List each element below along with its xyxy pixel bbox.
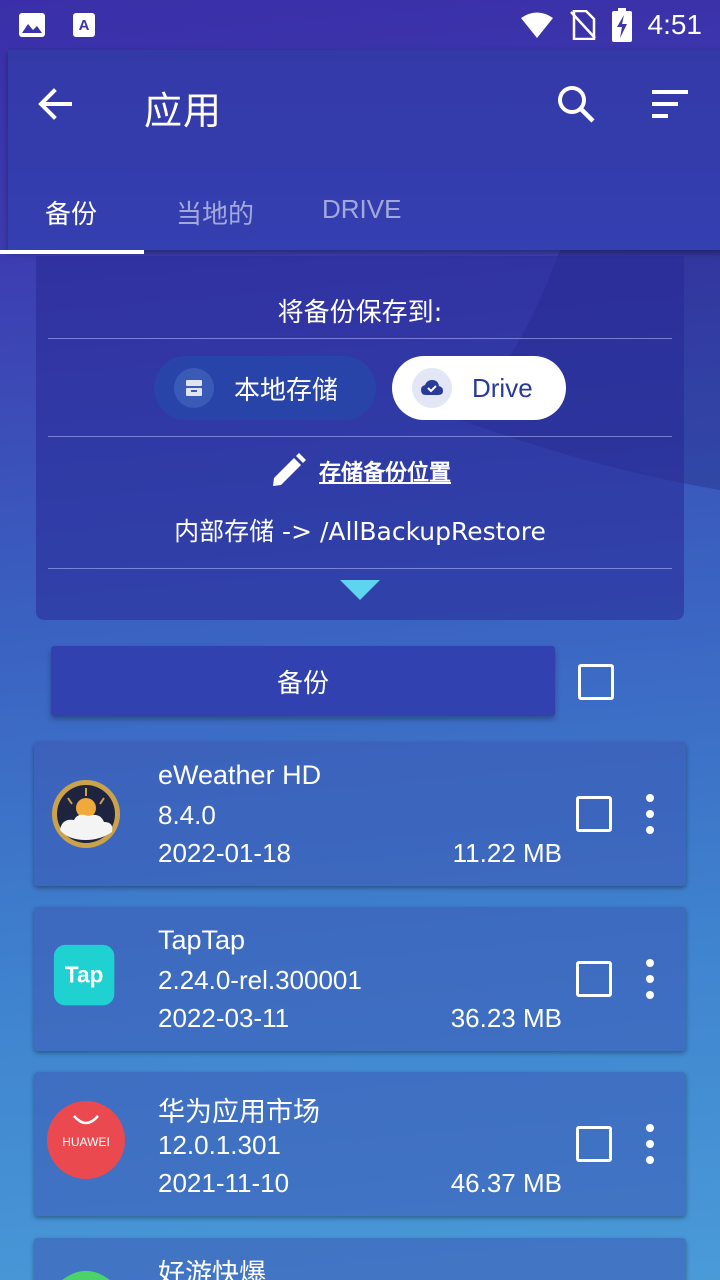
backup-destination-card: 将备份保存到: 本地存储 Drive 存储备份位置 内部存储 -> /AllBa… — [36, 256, 684, 620]
divider — [48, 568, 672, 569]
local-storage-chip[interactable]: 本地存储 — [154, 356, 376, 420]
svg-text:HUAWEI: HUAWEI — [62, 1135, 110, 1149]
more-vert-icon[interactable] — [638, 792, 662, 836]
app-size: 36.23 MB — [450, 1003, 562, 1033]
huawei-icon: HUAWEI — [47, 1101, 125, 1179]
status-time: 4:51 — [647, 9, 703, 40]
app-size: 46.37 MB — [450, 1168, 562, 1198]
search-icon[interactable] — [554, 82, 598, 126]
taptap-icon: Tap — [53, 944, 115, 1006]
app-name: 华为应用市场 — [158, 1097, 320, 1128]
battery-charging-icon — [611, 8, 632, 42]
divider — [48, 338, 672, 339]
a-icon: A — [73, 13, 95, 37]
app-checkbox[interactable] — [576, 796, 612, 832]
cloud-done-icon — [412, 368, 452, 408]
page-title: 应用 — [144, 89, 223, 133]
svg-text:A: A — [79, 17, 90, 34]
more-vert-icon[interactable] — [638, 957, 662, 1001]
pencil-icon — [272, 453, 306, 486]
drive-label: Drive — [472, 372, 533, 403]
tab-indicator — [0, 250, 144, 254]
expand-arrow-icon[interactable] — [340, 580, 380, 600]
app-date: 2022-01-18 — [158, 838, 291, 868]
app-name: 好游快爆 — [158, 1259, 266, 1280]
app-card[interactable]: Tap TapTap 2.24.0-rel.300001 2022-03-11 … — [34, 907, 686, 1051]
app-checkbox[interactable] — [576, 1126, 612, 1162]
storage-icon — [174, 368, 214, 408]
eweather-icon — [52, 780, 120, 848]
app-size: 11.22 MB — [452, 838, 562, 868]
app-name: eWeather HD — [158, 760, 322, 790]
app-checkbox[interactable] — [576, 961, 612, 997]
tab-bar: 备份 当地的 DRIVE — [0, 170, 720, 254]
no-sim-icon — [569, 10, 596, 40]
app-version: 8.4.0 — [158, 800, 216, 830]
local-storage-label: 本地存储 — [234, 375, 339, 406]
status-bar: A 4:51 — [0, 0, 720, 50]
app-version: 12.0.1.301 — [158, 1130, 281, 1160]
divider — [48, 436, 672, 437]
svg-text:Tap: Tap — [65, 962, 104, 988]
backup-button[interactable]: 备份 — [51, 646, 555, 716]
arrow-back-icon[interactable] — [34, 82, 78, 126]
haoyou-icon — [62, 1270, 110, 1280]
image-icon — [19, 13, 45, 37]
app-date: 2022-03-11 — [158, 1003, 290, 1033]
app-card[interactable]: eWeather HD 8.4.0 2022-01-18 11.22 MB — [34, 742, 686, 886]
app-date: 2021-11-10 — [158, 1168, 290, 1198]
app-name: TapTap — [158, 925, 246, 955]
wifi-icon — [520, 12, 553, 38]
select-all-checkbox[interactable] — [578, 664, 614, 700]
tab-drive[interactable]: DRIVE — [322, 194, 401, 225]
tab-local[interactable]: 当地的 — [176, 194, 254, 231]
drive-chip[interactable]: Drive — [392, 356, 566, 420]
sort-icon[interactable] — [648, 84, 692, 124]
storage-location-label[interactable]: 存储备份位置 — [319, 455, 451, 487]
destination-title: 将备份保存到: — [277, 298, 443, 328]
app-version: 2.24.0-rel.300001 — [158, 965, 362, 995]
storage-location-path: 内部存储 -> /AllBackupRestore — [174, 517, 546, 546]
app-card[interactable]: 好游快爆 — [34, 1238, 686, 1280]
app-bar: 应用 备份 当地的 DRIVE — [0, 50, 720, 254]
tab-backup[interactable]: 备份 — [45, 194, 97, 231]
more-vert-icon[interactable] — [638, 1122, 662, 1166]
app-card[interactable]: HUAWEI 华为应用市场 12.0.1.301 2021-11-10 46.3… — [34, 1072, 686, 1216]
storage-location-row[interactable]: 存储备份位置 — [36, 452, 684, 490]
